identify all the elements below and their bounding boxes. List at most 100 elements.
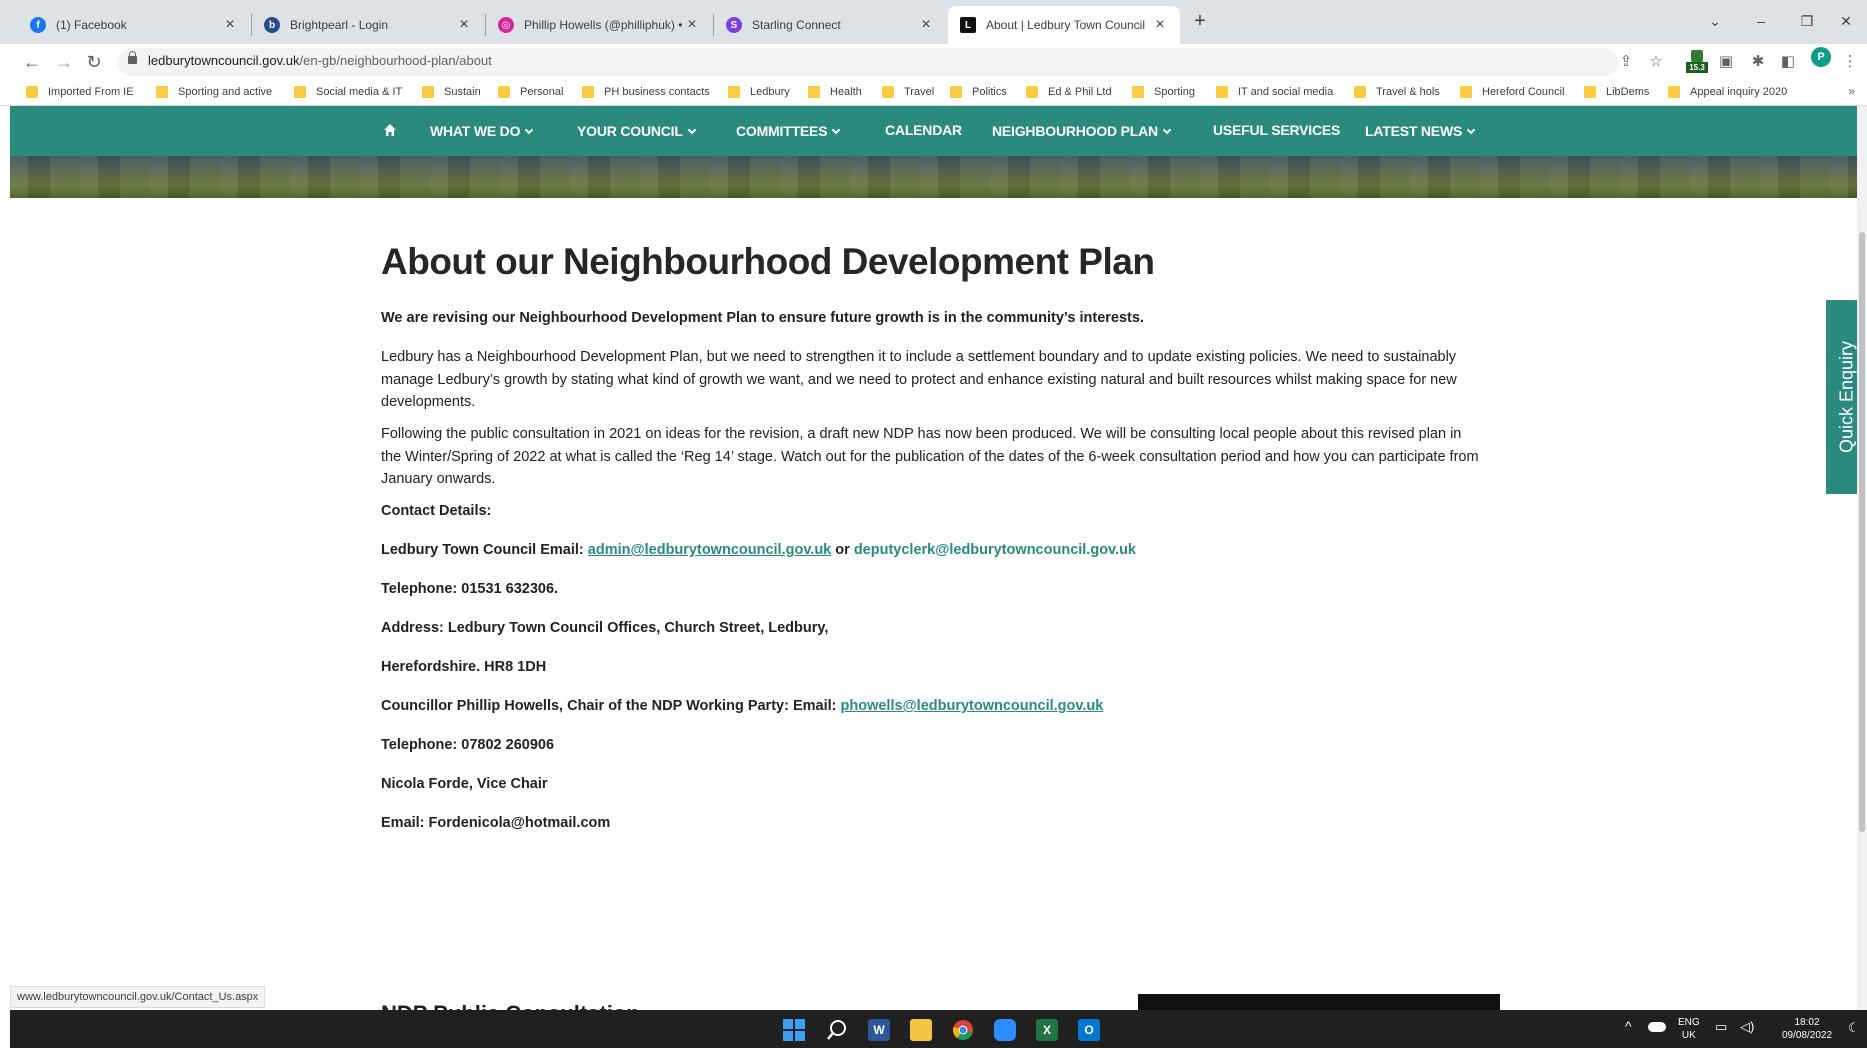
councillor-email-link[interactable]: phowells@ledburytowncouncil.gov.uk bbox=[841, 698, 1104, 714]
star-bookmark-icon[interactable]: ☆ bbox=[1646, 52, 1666, 72]
clock[interactable]: 18:02 09/08/2022 bbox=[1772, 1016, 1842, 1042]
back-arrow-icon[interactable]: ← bbox=[20, 50, 44, 74]
language-indicator[interactable]: ENG UK bbox=[1678, 1016, 1700, 1042]
bookmark-folder[interactable]: Ledbury bbox=[728, 86, 790, 98]
network-icon[interactable]: ▭ bbox=[1715, 1020, 1727, 1033]
tray-overflow-icon[interactable]: ^ bbox=[1625, 1019, 1632, 1033]
word-app-icon[interactable]: W bbox=[868, 1019, 890, 1041]
nav-your-council[interactable]: YOUR COUNCIL bbox=[577, 123, 696, 139]
close-tab-icon[interactable]: × bbox=[222, 16, 238, 34]
bookmark-folder[interactable]: Hereford Council bbox=[1460, 86, 1565, 98]
nav-calendar[interactable]: CALENDAR bbox=[885, 122, 962, 138]
nav-committees[interactable]: COMMITTEES bbox=[736, 123, 841, 139]
bookmark-folder[interactable]: Imported From IE bbox=[26, 86, 134, 98]
intro-text: We are revising our Neighbourhood Develo… bbox=[381, 310, 1144, 326]
extension-badge-icon[interactable]: 15.3 bbox=[1686, 50, 1708, 74]
bookmark-folder[interactable]: Politics bbox=[950, 86, 1007, 98]
bookmark-folder[interactable]: PH business contacts bbox=[582, 86, 710, 98]
kebab-menu-icon[interactable]: ⋮ bbox=[1840, 52, 1860, 72]
lock-icon[interactable] bbox=[128, 51, 137, 64]
bookmark-label: Social media & IT bbox=[316, 86, 403, 98]
close-tab-icon[interactable]: × bbox=[456, 16, 472, 34]
page-viewport: WHAT WE DO YOUR COUNCIL COMMITTEES CALEN… bbox=[10, 106, 1857, 1010]
tab-starling[interactable]: S Starling Connect × bbox=[714, 6, 946, 44]
excel-app-icon[interactable]: X bbox=[1036, 1019, 1058, 1041]
tab-title: Brightpearl - Login bbox=[290, 18, 389, 32]
close-window-button[interactable]: ✕ bbox=[1826, 6, 1866, 36]
outlook-app-icon[interactable]: O bbox=[1078, 1019, 1100, 1041]
bookmark-label: Travel & hols bbox=[1376, 86, 1440, 98]
profile-avatar[interactable]: P bbox=[1811, 47, 1831, 67]
onedrive-cloud-icon[interactable] bbox=[1648, 1022, 1666, 1032]
folder-icon bbox=[1668, 86, 1680, 98]
bookmark-label: Appeal inquiry 2020 bbox=[1690, 86, 1788, 98]
address-line-2: Herefordshire. HR8 1DH bbox=[381, 659, 547, 675]
chrome-app-icon[interactable] bbox=[952, 1019, 974, 1041]
address-url[interactable]: ledburytowncouncil.gov.uk/en-gb/neighbou… bbox=[148, 53, 492, 68]
bookmark-folder[interactable]: IT and social media bbox=[1216, 86, 1333, 98]
reload-icon[interactable]: ↻ bbox=[82, 50, 106, 74]
folder-icon bbox=[498, 86, 510, 98]
bookmark-folder[interactable]: Sporting and active bbox=[156, 86, 272, 98]
home-icon[interactable] bbox=[383, 123, 397, 137]
bookmark-folder[interactable]: Travel bbox=[882, 86, 934, 98]
bookmark-folder[interactable]: LibDems bbox=[1584, 86, 1649, 98]
nav-what-we-do[interactable]: WHAT WE DO bbox=[430, 123, 534, 139]
nav-latest-news[interactable]: LATEST NEWS bbox=[1365, 123, 1476, 139]
paragraph-plan: Ledbury has a Neighbourhood Development … bbox=[381, 349, 1457, 410]
bookmark-folder[interactable]: Sustain bbox=[422, 86, 481, 98]
folder-icon bbox=[1584, 86, 1596, 98]
file-explorer-icon[interactable] bbox=[910, 1019, 932, 1041]
reader-extension-icon[interactable]: ▣ bbox=[1716, 52, 1736, 72]
close-tab-icon[interactable]: × bbox=[918, 16, 934, 34]
quick-enquiry-tab[interactable]: Quick Enquiry bbox=[1826, 300, 1857, 494]
council-telephone: Telephone: 01531 632306. bbox=[381, 581, 559, 597]
windows-start-icon[interactable] bbox=[783, 1019, 805, 1041]
bookmark-folder[interactable]: Travel & hols bbox=[1354, 86, 1440, 98]
side-panel-icon[interactable]: ◧ bbox=[1778, 52, 1798, 72]
bookmark-folder[interactable]: Ed & Phil Ltd bbox=[1026, 86, 1112, 98]
volume-icon[interactable]: ◁) bbox=[1740, 1020, 1754, 1033]
tab-instagram[interactable]: ◎ Phillip Howells (@philliphuk) • In × bbox=[486, 6, 712, 44]
new-tab-button[interactable]: + bbox=[1188, 10, 1212, 34]
zoom-app-icon[interactable] bbox=[994, 1019, 1016, 1041]
bookmark-folder[interactable]: Personal bbox=[498, 86, 563, 98]
folder-icon bbox=[422, 86, 434, 98]
bookmark-folder[interactable]: Appeal inquiry 2020 bbox=[1668, 86, 1787, 98]
minimize-button[interactable]: – bbox=[1738, 6, 1784, 36]
nav-neighbourhood-plan[interactable]: NEIGHBOURHOOD PLAN bbox=[992, 123, 1172, 139]
clock-date: 09/08/2022 bbox=[1781, 1030, 1833, 1041]
bookmark-label: LibDems bbox=[1606, 86, 1650, 98]
deputyclerk-email-link[interactable]: deputyclerk@ledburytowncouncil.gov.uk bbox=[854, 542, 1136, 558]
search-icon[interactable] bbox=[826, 1019, 848, 1041]
bookmark-label: Sporting bbox=[1154, 86, 1195, 98]
nav-useful-services[interactable]: USEFUL SERVICES bbox=[1213, 122, 1340, 138]
puzzle-extensions-icon[interactable]: ✱ bbox=[1748, 52, 1768, 72]
tab-ledbury[interactable]: L About | Ledbury Town Council × bbox=[948, 6, 1180, 44]
tab-search-icon[interactable]: ⌄ bbox=[1692, 6, 1738, 36]
extension-glyph bbox=[1691, 50, 1703, 62]
close-tab-icon[interactable]: × bbox=[684, 16, 700, 34]
language-code: ENG bbox=[1678, 1017, 1700, 1028]
restore-button[interactable]: ❐ bbox=[1784, 6, 1830, 36]
close-tab-icon[interactable]: × bbox=[1152, 16, 1168, 34]
tab-brightpearl[interactable]: b Brightpearl - Login × bbox=[252, 6, 484, 44]
bookmark-folder[interactable]: Sporting bbox=[1132, 86, 1195, 98]
scrollbar-thumb[interactable] bbox=[1859, 232, 1865, 832]
folder-icon bbox=[156, 86, 168, 98]
folder-icon bbox=[808, 86, 820, 98]
tab-facebook[interactable]: f (1) Facebook × bbox=[18, 6, 250, 44]
bookmarks-overflow-button[interactable]: » bbox=[1848, 84, 1855, 98]
chevron-down-icon bbox=[832, 125, 841, 135]
bookmark-label: Personal bbox=[520, 86, 564, 98]
admin-email-link[interactable]: admin@ledburytowncouncil.gov.uk bbox=[588, 542, 831, 558]
chevron-down-icon bbox=[687, 125, 696, 135]
address-line-1: Address: Ledbury Town Council Offices, C… bbox=[381, 620, 829, 636]
notification-moon-icon[interactable]: ☾ bbox=[1848, 1021, 1860, 1034]
extension-count: 15.3 bbox=[1686, 62, 1708, 73]
windows-taskbar: W X O ^ ENG UK ▭ ◁) 18:02 09/08/2022 ☾ bbox=[10, 1010, 1867, 1048]
bookmark-folder[interactable]: Health bbox=[808, 86, 862, 98]
forward-arrow-icon[interactable]: → bbox=[52, 50, 76, 74]
bookmark-folder[interactable]: Social media & IT bbox=[294, 86, 402, 98]
share-icon[interactable]: ⇪ bbox=[1616, 52, 1636, 72]
